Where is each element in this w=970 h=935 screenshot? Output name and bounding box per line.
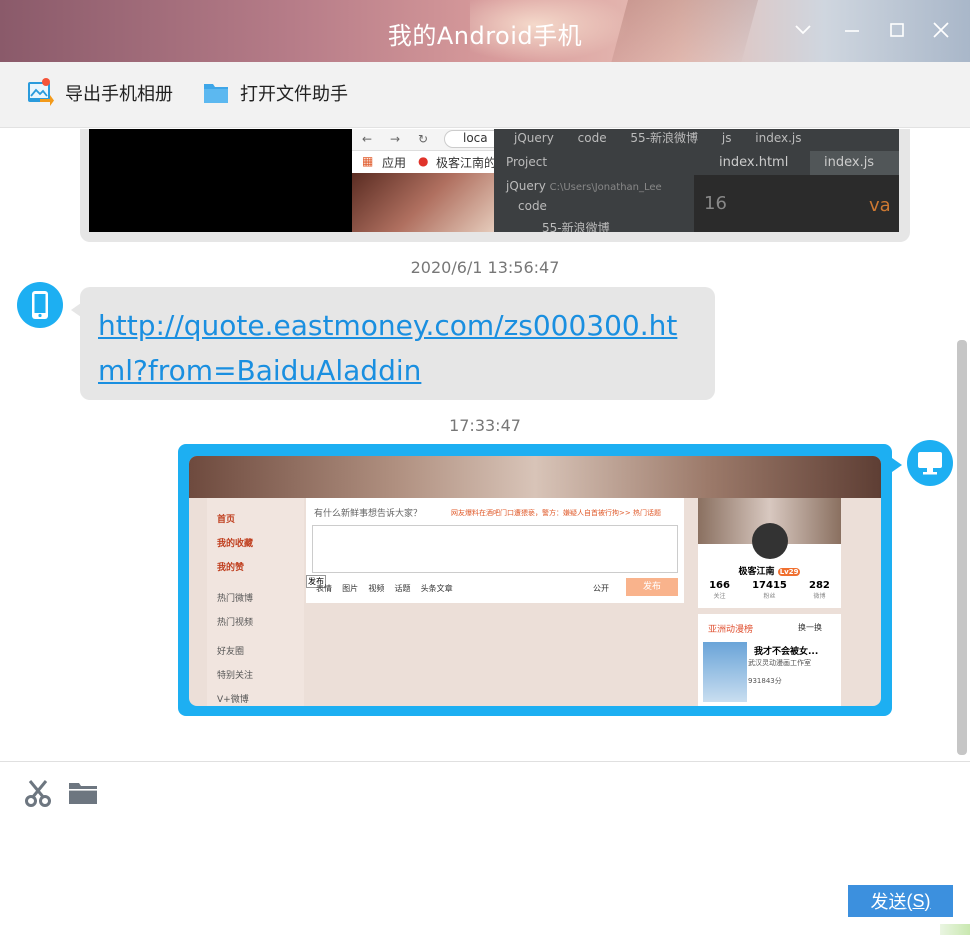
weibo-nav-hot-posts: 热门微博 (217, 594, 254, 604)
toolbar: 导出手机相册 打开文件助手 (0, 62, 970, 128)
send-button[interactable]: 发送 (S) (848, 885, 953, 917)
weibo-nav-favorites: 我的收藏 (217, 539, 254, 549)
computer-avatar (907, 440, 953, 486)
weibo-icon: ● (418, 154, 429, 168)
ide-breadcrumb-3: 55-新浪微博 (630, 131, 699, 145)
weibo-anime-cover (703, 642, 747, 702)
ide-tree-child: code (518, 199, 547, 213)
weibo-nav-friends: 好友圈 (217, 647, 245, 657)
weibo-post-actions: 表情 图片 视频 话题 头条文章 (316, 584, 453, 593)
ide-breadcrumb-1: jQuery (514, 131, 554, 145)
apps-grid-icon: ▦ (362, 154, 374, 168)
dropdown-icon[interactable] (789, 16, 817, 44)
open-file-assistant-label: 打开文件助手 (240, 84, 348, 105)
forward-icon: → (390, 132, 401, 146)
weibo-nav-hot-videos: 热门视频 (217, 618, 254, 628)
bookmark-site: 极客江南的 (436, 156, 497, 170)
weibo-profile-card: 极客江南 Lv29 166 关注 17415 粉丝 282 微博 (698, 498, 841, 608)
weibo-anime-title: 亚洲动漫榜 (708, 625, 754, 635)
weibo-anime-studio: 武汉灵动漫画工作室 (748, 659, 811, 667)
open-file-assistant-button[interactable]: 打开文件助手 (200, 76, 348, 110)
phone-icon (32, 291, 48, 319)
message-input-area[interactable] (0, 762, 970, 935)
message-link[interactable]: http://quote.eastmoney.com/zs000300.html… (98, 309, 677, 387)
ide-tree-root: jQuery (506, 179, 546, 193)
phone-avatar (17, 282, 63, 328)
image-message-screenshot[interactable]: ← → ↻ loca ▦ 应用 ● 极客江南的 jQuery code 55-新… (89, 129, 899, 232)
weibo-sidebar: 首页 我的收藏 我的赞 热门微博 热门视频 好友圈 特别关注 V+微博 (207, 498, 304, 706)
screenshot-webpage-banner (352, 173, 499, 232)
scissors-icon[interactable] (23, 778, 53, 808)
weibo-stats: 166 关注 17415 粉丝 282 微博 (709, 580, 830, 600)
weibo-post-input (312, 525, 678, 573)
back-icon: ← (362, 132, 373, 146)
bookmark-apps: 应用 (382, 156, 407, 170)
screenshot-ide: jQuery code 55-新浪微博 js index.js Project … (494, 129, 899, 232)
ide-breadcrumb-2: code (577, 131, 607, 145)
message-timestamp: 2020/6/1 13:56:47 (410, 258, 560, 277)
export-album-button[interactable]: 导出手机相册 (25, 76, 173, 110)
weibo-nav-vplus: V+微博 (217, 695, 249, 705)
weibo-refresh: 换一换 (798, 623, 822, 632)
weibo-nav-special: 特别关注 (217, 671, 254, 681)
export-album-label: 导出手机相册 (65, 84, 173, 105)
ide-breadcrumb-5: index.js (755, 131, 802, 145)
weibo-anime-score: 931843分 (748, 677, 782, 685)
ide-project-label: Project (506, 155, 548, 169)
ide-breadcrumb-4: js (721, 131, 732, 145)
ide-tab-html: index.html (719, 155, 789, 170)
ide-line-number: 16 (704, 193, 727, 214)
link-message-bubble: http://quote.eastmoney.com/zs000300.html… (71, 287, 715, 400)
minimize-icon[interactable] (838, 16, 866, 44)
folder-icon[interactable] (68, 778, 98, 808)
message-timestamp: 17:33:47 (449, 416, 521, 435)
weibo-nav-likes: 我的赞 (217, 563, 245, 573)
chat-area[interactable]: ← → ↻ loca ▦ 应用 ● 极客江南的 jQuery code 55-新… (0, 129, 970, 761)
ide-tree-grandchild: 55-新浪微博 (542, 221, 610, 232)
weibo-anime-item: 我才不会被女... (754, 647, 819, 657)
photo-export-icon (25, 77, 57, 109)
weibo-anime-card: 亚洲动漫榜 换一换 我才不会被女... 武汉灵动漫画工作室 931843分 (698, 614, 841, 706)
weibo-post-box: 有什么新鲜事想告诉大家？ 网友爆料在酒吧门口遭猥亵，警方：嫌疑人自首被行拘>> … (306, 498, 684, 603)
weibo-header-banner (189, 456, 881, 498)
weibo-profile-name: 极客江南 Lv29 (738, 567, 801, 577)
weibo-post-prompt: 有什么新鲜事想告诉大家？ (314, 509, 423, 519)
folder-icon (200, 77, 232, 109)
weibo-nav-home: 首页 (217, 515, 236, 525)
sent-image-screenshot[interactable]: 首页 我的收藏 我的赞 热门微博 热门视频 好友圈 特别关注 V+微博 有什么新… (189, 456, 881, 706)
window-title: 我的Android手机 (387, 22, 583, 50)
send-button-shortcut: (S) (906, 890, 931, 911)
ide-tree-path: C:\Users\Jonathan_Lee (549, 182, 662, 193)
weibo-visibility: 公开 (593, 584, 609, 593)
close-icon[interactable] (927, 16, 955, 44)
reload-icon: ↻ (418, 132, 429, 146)
monitor-icon (918, 452, 942, 475)
weibo-publish-button: 发布 (626, 578, 678, 596)
ide-code-text: va (869, 195, 891, 216)
weibo-avatar (752, 523, 788, 559)
chat-scrollbar[interactable] (957, 340, 967, 755)
weibo-hot-notice: 网友爆料在酒吧门口遭猥亵，警方：嫌疑人自首被行拘>> 热门话题 (451, 509, 661, 517)
screenshot-browser: ← → ↻ loca ▦ 应用 ● 极客江南的 (352, 129, 504, 232)
maximize-icon[interactable] (883, 16, 911, 44)
title-bar: 我的Android手机 (0, 0, 970, 62)
resize-corner[interactable] (940, 924, 970, 935)
send-button-label: 发送 (870, 892, 907, 912)
ide-tab-js: index.js (824, 155, 875, 170)
